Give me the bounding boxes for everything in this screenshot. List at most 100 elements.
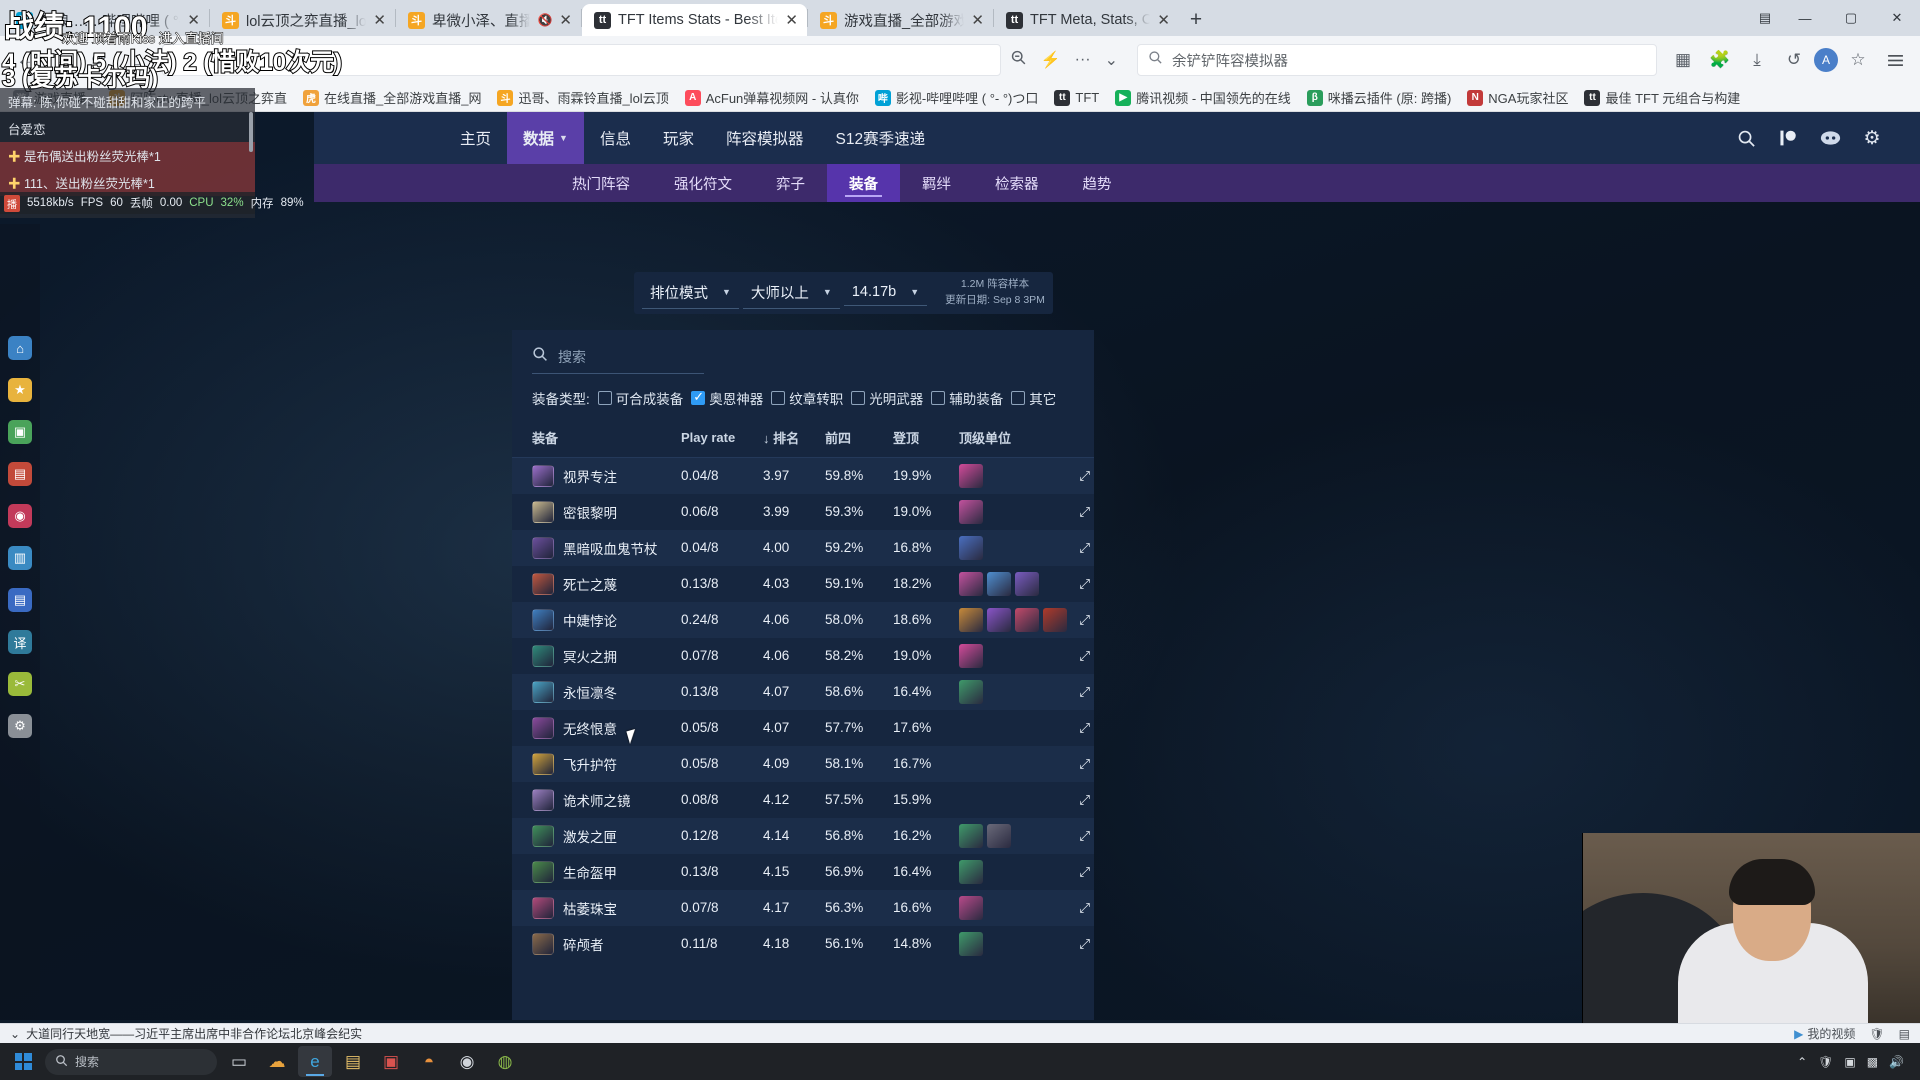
table-row[interactable]: 密银黎明 0.06/8 3.99 59.3% 19.0% ⤢ [512,493,1094,530]
lightning-icon[interactable]: ⚡ [1041,50,1061,70]
unit-avatar[interactable] [959,859,983,884]
type-filter-checkbox[interactable]: 奥恩神器 [691,388,763,408]
table-row[interactable]: 激发之匣 0.12/8 4.14 56.8% 16.2% ⤢ [512,817,1094,854]
zoom-out-icon[interactable] [1010,49,1027,71]
tab-mute-icon[interactable]: 🔇 [537,13,552,27]
expand-row-button[interactable]: ⤢ [1075,818,1094,854]
bookmark-item[interactable]: 斗迅哥、雨霖铃直播_lol云顶 [490,85,675,110]
panel-icon[interactable]: ▤ [1899,1027,1910,1041]
shield-icon[interactable]: 🛡 [1869,1027,1884,1041]
table-row[interactable]: 飞升护符 0.05/8 4.09 58.1% 16.7% ⤢ [512,745,1094,782]
site-nav-item[interactable]: 数据 ▼ [507,112,584,164]
unit-avatar[interactable] [959,823,983,848]
subnav-tab[interactable]: 检索器 [973,164,1061,202]
table-row[interactable]: 生命盔甲 0.13/8 4.15 56.9% 16.4% ⤢ [512,853,1094,890]
unit-avatar[interactable] [959,499,983,524]
tab-close-button[interactable]: ✕ [187,13,200,28]
taskbar-edge-icon[interactable]: e [298,1046,332,1077]
expand-row-button[interactable]: ⤢ [1075,782,1094,818]
table-row[interactable]: 中婕悖论 0.24/8 4.06 58.0% 18.6% ⤢ [512,601,1094,638]
record-icon[interactable]: ◉ [8,504,32,528]
taskbar-taskview-icon[interactable]: ▭ [222,1046,256,1077]
unit-avatar[interactable] [1015,607,1039,632]
unit-avatar[interactable] [987,571,1011,596]
expand-row-button[interactable]: ⤢ [1075,530,1094,566]
taskbar-search[interactable]: 搜索 [45,1048,217,1075]
subnav-tab[interactable]: 羁绊 [900,164,973,202]
bookmark-item[interactable]: β 咪播云插件 (原: 跨播) [1300,85,1459,110]
orange-icon[interactable]: ▣ [1844,1055,1855,1069]
site-nav-item[interactable]: 主页 [444,112,507,164]
browser-menu-button[interactable] [1878,43,1912,77]
tab-close-button[interactable]: ✕ [785,13,798,28]
profile-avatar[interactable]: A [1814,48,1838,72]
tab-close-button[interactable]: ✕ [1157,13,1170,28]
table-row[interactable]: 冥火之拥 0.07/8 4.06 58.2% 19.0% ⤢ [512,637,1094,674]
tab-close-button[interactable]: ✕ [559,13,572,28]
chevron-up-icon[interactable]: ⌃ [1797,1055,1807,1069]
taskbar-obs-icon[interactable]: ◉ [450,1046,484,1077]
ticker-text[interactable]: 大道同行天地宽——习近平主席出席中非合作论坛北京峰会纪实 [26,1025,362,1042]
taskbar-firefox-icon[interactable]: ◓ [412,1046,446,1077]
browser-profile-icon[interactable]: ▤ [1748,0,1782,36]
start-button[interactable] [6,1047,40,1077]
extensions-icon[interactable]: 🧩 [1703,43,1737,77]
expand-row-button[interactable]: ⤢ [1075,674,1094,710]
type-filter-checkbox[interactable]: 纹章转职 [771,388,843,408]
expand-row-button[interactable]: ⤢ [1075,458,1094,494]
subnav-tab[interactable]: 弈子 [754,164,827,202]
chat-scrollbar[interactable] [249,112,253,152]
search-box[interactable]: 余铲铲阵容模拟器 [1137,44,1657,76]
pink-icon[interactable]: ▩ [1867,1055,1878,1069]
unit-avatar[interactable] [959,571,983,596]
window-minimize-button[interactable]: — [1782,0,1828,36]
bookmark-item[interactable]: 哔影视-哔哩哔哩 ( °- °)つ口 [868,85,1046,110]
column-header[interactable]: 前四 [821,418,889,458]
expand-row-button[interactable]: ⤢ [1075,890,1094,926]
site-nav-item[interactable]: S12赛季速递 [820,112,942,164]
favorites-icon[interactable]: ☆ [1841,43,1875,77]
table-row[interactable]: 永恒凛冬 0.13/8 4.07 58.6% 16.4% ⤢ [512,673,1094,710]
browser-tab[interactable]: 斗卑微小泽、直播_lol云顶之弈 🔇 ✕ [396,4,581,36]
subnav-tab[interactable]: 装备 [827,164,900,202]
scissors-icon[interactable]: ✂ [8,672,32,696]
refresh-button[interactable]: ⟳ [82,43,116,77]
expand-row-button[interactable]: ⤢ [1075,710,1094,746]
type-filter-checkbox[interactable]: 其它 [1011,388,1056,408]
capture-icon[interactable]: ▥ [8,546,32,570]
unit-avatar[interactable] [959,931,983,956]
expand-row-button[interactable]: ⤢ [1075,638,1094,674]
browser-tab-active[interactable]: tt TFT Items Stats - Best Items ✕ [582,4,807,36]
collections-icon[interactable]: ▦ [1666,43,1700,77]
unit-avatar[interactable] [959,463,983,488]
table-row[interactable]: 诡术师之镜 0.08/8 4.12 57.5% 15.9% ⤢ [512,781,1094,818]
site-nav-item[interactable]: 阵容模拟器 [710,112,820,164]
unit-avatar[interactable] [959,895,983,920]
expand-row-button[interactable]: ⤢ [1075,854,1094,890]
site-search-icon[interactable] [1734,126,1758,150]
forward-button[interactable]: → [45,43,79,77]
shield-icon[interactable]: 🛡 [1818,1055,1833,1069]
new-tab-button[interactable]: + [1179,4,1213,36]
taskbar-pdf-icon[interactable]: ▣ [374,1046,408,1077]
table-row[interactable]: 枯萎珠宝 0.07/8 4.17 56.3% 16.6% ⤢ [512,889,1094,926]
unit-avatar[interactable] [959,607,983,632]
taskbar-explorer-icon[interactable]: ▤ [336,1046,370,1077]
tab-close-button[interactable]: ✕ [971,13,984,28]
column-header[interactable]: 装备 [512,418,677,458]
history-icon[interactable]: ↺ [1777,43,1811,77]
column-header[interactable]: 顶级单位 [955,418,1075,458]
type-filter-checkbox[interactable]: 可合成装备 [597,388,683,408]
taskbar-chat-icon[interactable]: ◍ [488,1046,522,1077]
unit-avatar[interactable] [959,679,983,704]
column-header[interactable]: 登顶 [889,418,955,458]
address-bar[interactable] [162,44,1001,76]
column-header[interactable]: Play rate [677,418,759,458]
my-video-link[interactable]: ▶ 我的视频 [1794,1025,1855,1042]
patch-dropdown[interactable]: 14.17b ▼ [843,280,928,306]
discord-icon[interactable] [1818,126,1842,150]
table-row[interactable]: 无终恨意 0.05/8 4.07 57.7% 17.6% ⤢ [512,709,1094,746]
home-button[interactable]: ⌂ [119,43,153,77]
bookmark-item[interactable]: ▶ 腾讯视频 - 中国领先的在线 [1108,85,1298,110]
bookmark-item[interactable]: N NGA玩家社区 [1460,85,1575,110]
